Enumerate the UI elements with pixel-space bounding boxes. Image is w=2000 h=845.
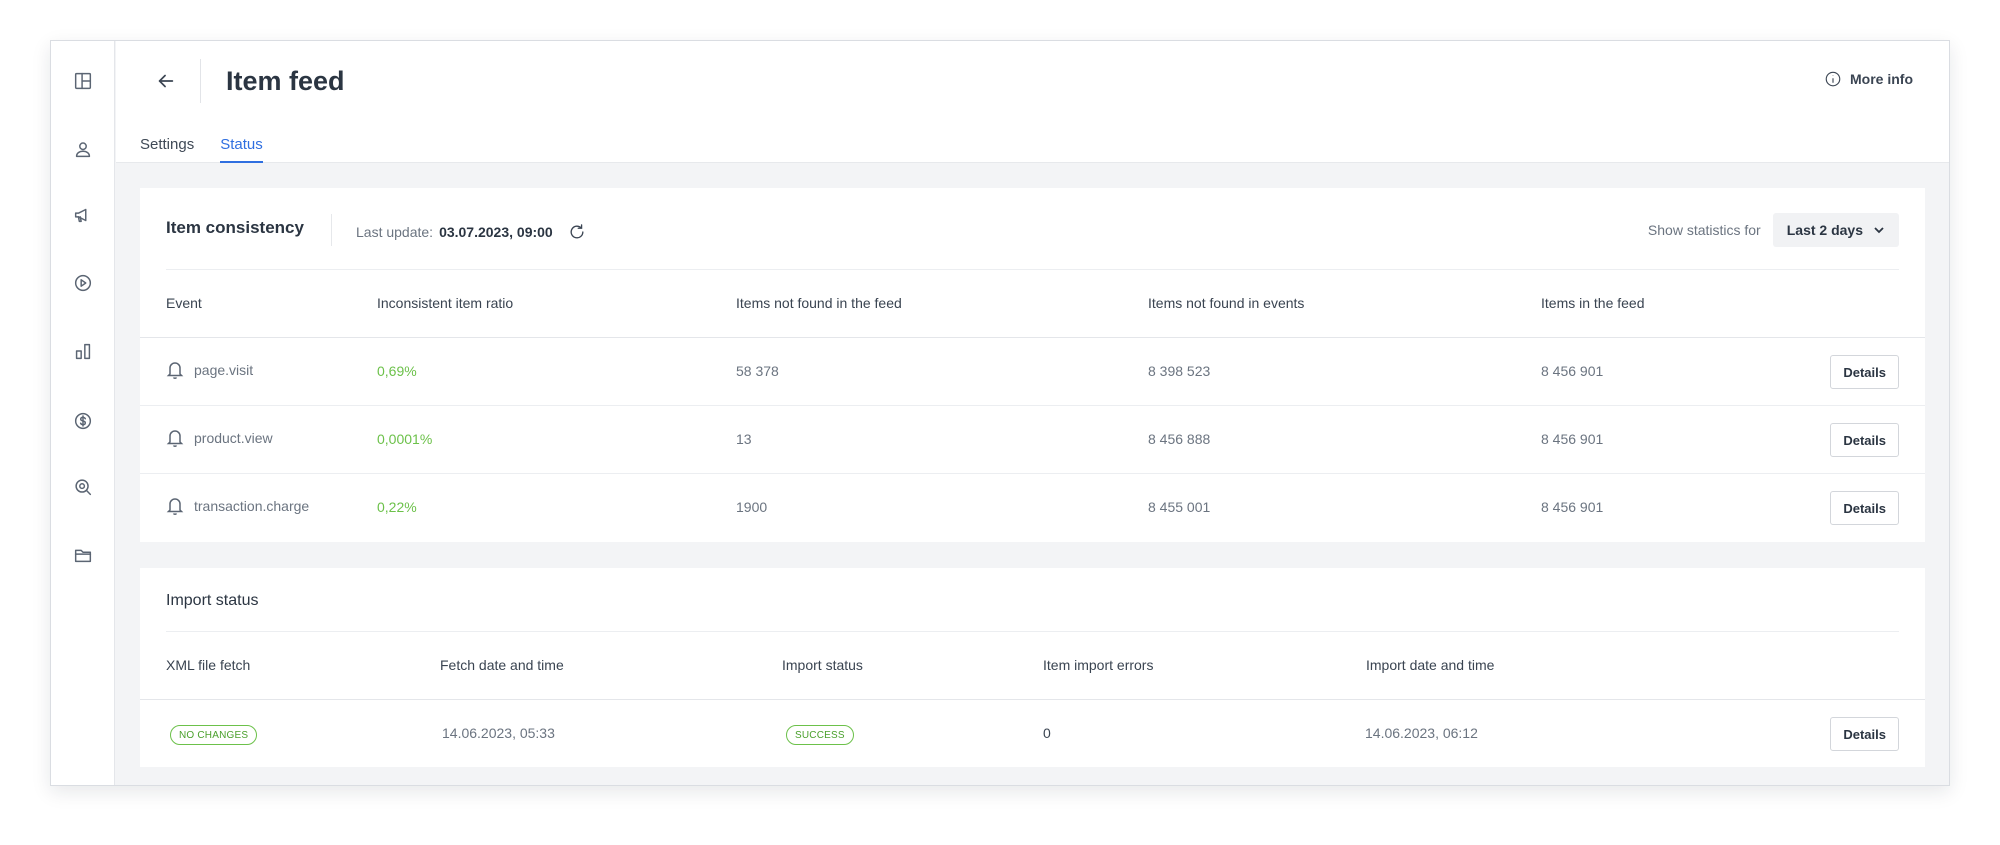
event-cell: page.visit: [166, 360, 253, 380]
refresh-button[interactable]: [567, 222, 587, 242]
details-button[interactable]: Details: [1830, 355, 1899, 389]
last-update-label: Last update:: [356, 224, 434, 240]
more-info-label: More info: [1850, 71, 1913, 87]
sidebar-item-users[interactable]: [63, 129, 103, 169]
tab-status[interactable]: Status: [220, 135, 263, 163]
bar-chart-icon: [75, 343, 91, 360]
chevron-down-icon: [1874, 227, 1884, 234]
play-icon: [74, 274, 92, 292]
header-divider: [331, 214, 332, 246]
table-row: page.visit 0,69% 58 378 8 398 523 8 456 …: [140, 338, 1925, 406]
event-name: page.visit: [194, 362, 254, 378]
period-dropdown-value: Last 2 days: [1786, 222, 1863, 238]
event-cell: product.view: [166, 428, 273, 448]
card-title: Item consistency: [166, 218, 304, 237]
period-dropdown[interactable]: Last 2 days: [1772, 213, 1899, 247]
not-in-events-cell: 8 456 888: [1148, 431, 1211, 447]
table-header: XML file fetch Fetch date and time Impor…: [140, 632, 1925, 700]
table-row: product.view 0,0001% 13 8 456 888 8 456 …: [140, 406, 1925, 474]
table-header: Event Inconsistent item ratio Items not …: [140, 270, 1925, 338]
sidebar-item-revenue[interactable]: [63, 401, 103, 441]
sidebar-item-files[interactable]: [63, 535, 103, 575]
column-header: Items not found in events: [1148, 295, 1305, 311]
bell-icon: [166, 498, 184, 516]
event-name: transaction.charge: [194, 498, 310, 514]
column-header: Items in the feed: [1541, 295, 1645, 311]
column-header: Import date and time: [1366, 657, 1495, 673]
ratio-cell: 0,0001%: [377, 431, 433, 447]
main-content: Item feed More info Settings Status Item…: [116, 41, 1949, 785]
arrow-left-icon: [158, 74, 174, 88]
column-header: Import status: [782, 657, 863, 673]
details-button[interactable]: Details: [1830, 491, 1899, 525]
in-feed-cell: 8 456 901: [1541, 499, 1604, 515]
sidebar-item-automation[interactable]: [63, 263, 103, 303]
details-button[interactable]: Details: [1830, 423, 1899, 457]
in-feed-cell: 8 456 901: [1541, 431, 1604, 447]
tab-bar: Settings Status: [140, 135, 263, 163]
bell-icon: [166, 362, 184, 380]
import-status-badge: SUCCESS: [786, 725, 854, 745]
sidebar: [51, 41, 115, 785]
card-header: Item consistency Last update: 03.07.2023…: [166, 188, 1899, 270]
statistics-label: Show statistics for: [1647, 222, 1761, 238]
page-header: Item feed More info Settings Status: [116, 41, 1949, 163]
import-status-card: Import status XML file fetch Fetch date …: [140, 568, 1925, 767]
column-header: Items not found in the feed: [736, 295, 902, 311]
more-info-button[interactable]: More info: [1824, 70, 1913, 88]
card-title: Import status: [166, 592, 259, 609]
card-header: Import status: [166, 568, 1899, 632]
refresh-icon: [570, 224, 584, 239]
not-in-feed-cell: 58 378: [736, 363, 779, 379]
not-in-events-cell: 8 398 523: [1148, 363, 1211, 379]
in-feed-cell: 8 456 901: [1541, 363, 1604, 379]
back-button[interactable]: [146, 61, 186, 101]
fetch-status-badge: NO CHANGES: [170, 725, 258, 745]
search-analytics-icon: [75, 479, 92, 496]
statistics-period: Show statistics for Last 2 days: [1648, 213, 1899, 247]
column-header: Inconsistent item ratio: [377, 295, 514, 311]
ratio-cell: 0,69%: [377, 363, 417, 379]
layout-icon: [74, 72, 92, 90]
item-consistency-card: Item consistency Last update: 03.07.2023…: [140, 188, 1925, 542]
ratio-cell: 0,22%: [377, 499, 417, 515]
last-update: Last update: 03.07.2023, 09:00: [356, 222, 587, 242]
not-in-feed-cell: 13: [736, 431, 752, 447]
details-button[interactable]: Details: [1830, 717, 1899, 751]
column-header: Item import errors: [1043, 657, 1154, 673]
sidebar-item-insights[interactable]: [63, 467, 103, 507]
bell-icon: [166, 430, 184, 448]
not-in-events-cell: 8 455 001: [1148, 499, 1211, 515]
folder-icon: [74, 549, 92, 563]
event-name: product.view: [194, 430, 273, 446]
sidebar-item-campaigns[interactable]: [63, 195, 103, 235]
sidebar-item-dashboard[interactable]: [63, 61, 103, 101]
table-row: NO CHANGES 14.06.2023, 05:33 SUCCESS 0 1…: [140, 700, 1925, 768]
megaphone-icon: [74, 208, 87, 223]
column-header: XML file fetch: [166, 657, 251, 673]
last-update-value: 03.07.2023, 09:00: [439, 224, 553, 240]
import-errors-cell: 0: [1043, 725, 1051, 741]
column-header: Fetch date and time: [440, 657, 564, 673]
fetch-date-cell: 14.06.2023, 05:33: [442, 725, 555, 741]
header-divider: [200, 59, 201, 103]
import-date-cell: 14.06.2023, 06:12: [1365, 725, 1478, 741]
app-window: Item feed More info Settings Status Item…: [50, 40, 1950, 786]
info-icon: [1825, 71, 1841, 87]
sidebar-item-analytics[interactable]: [63, 331, 103, 371]
tab-settings[interactable]: Settings: [140, 135, 194, 163]
column-header: Event: [166, 295, 202, 311]
event-cell: transaction.charge: [166, 496, 309, 516]
not-in-feed-cell: 1900: [736, 499, 768, 515]
dollar-icon: [74, 412, 92, 430]
user-icon: [75, 142, 91, 158]
page-title: Item feed: [226, 66, 345, 96]
table-row: transaction.charge 0,22% 1900 8 455 001 …: [140, 474, 1925, 542]
